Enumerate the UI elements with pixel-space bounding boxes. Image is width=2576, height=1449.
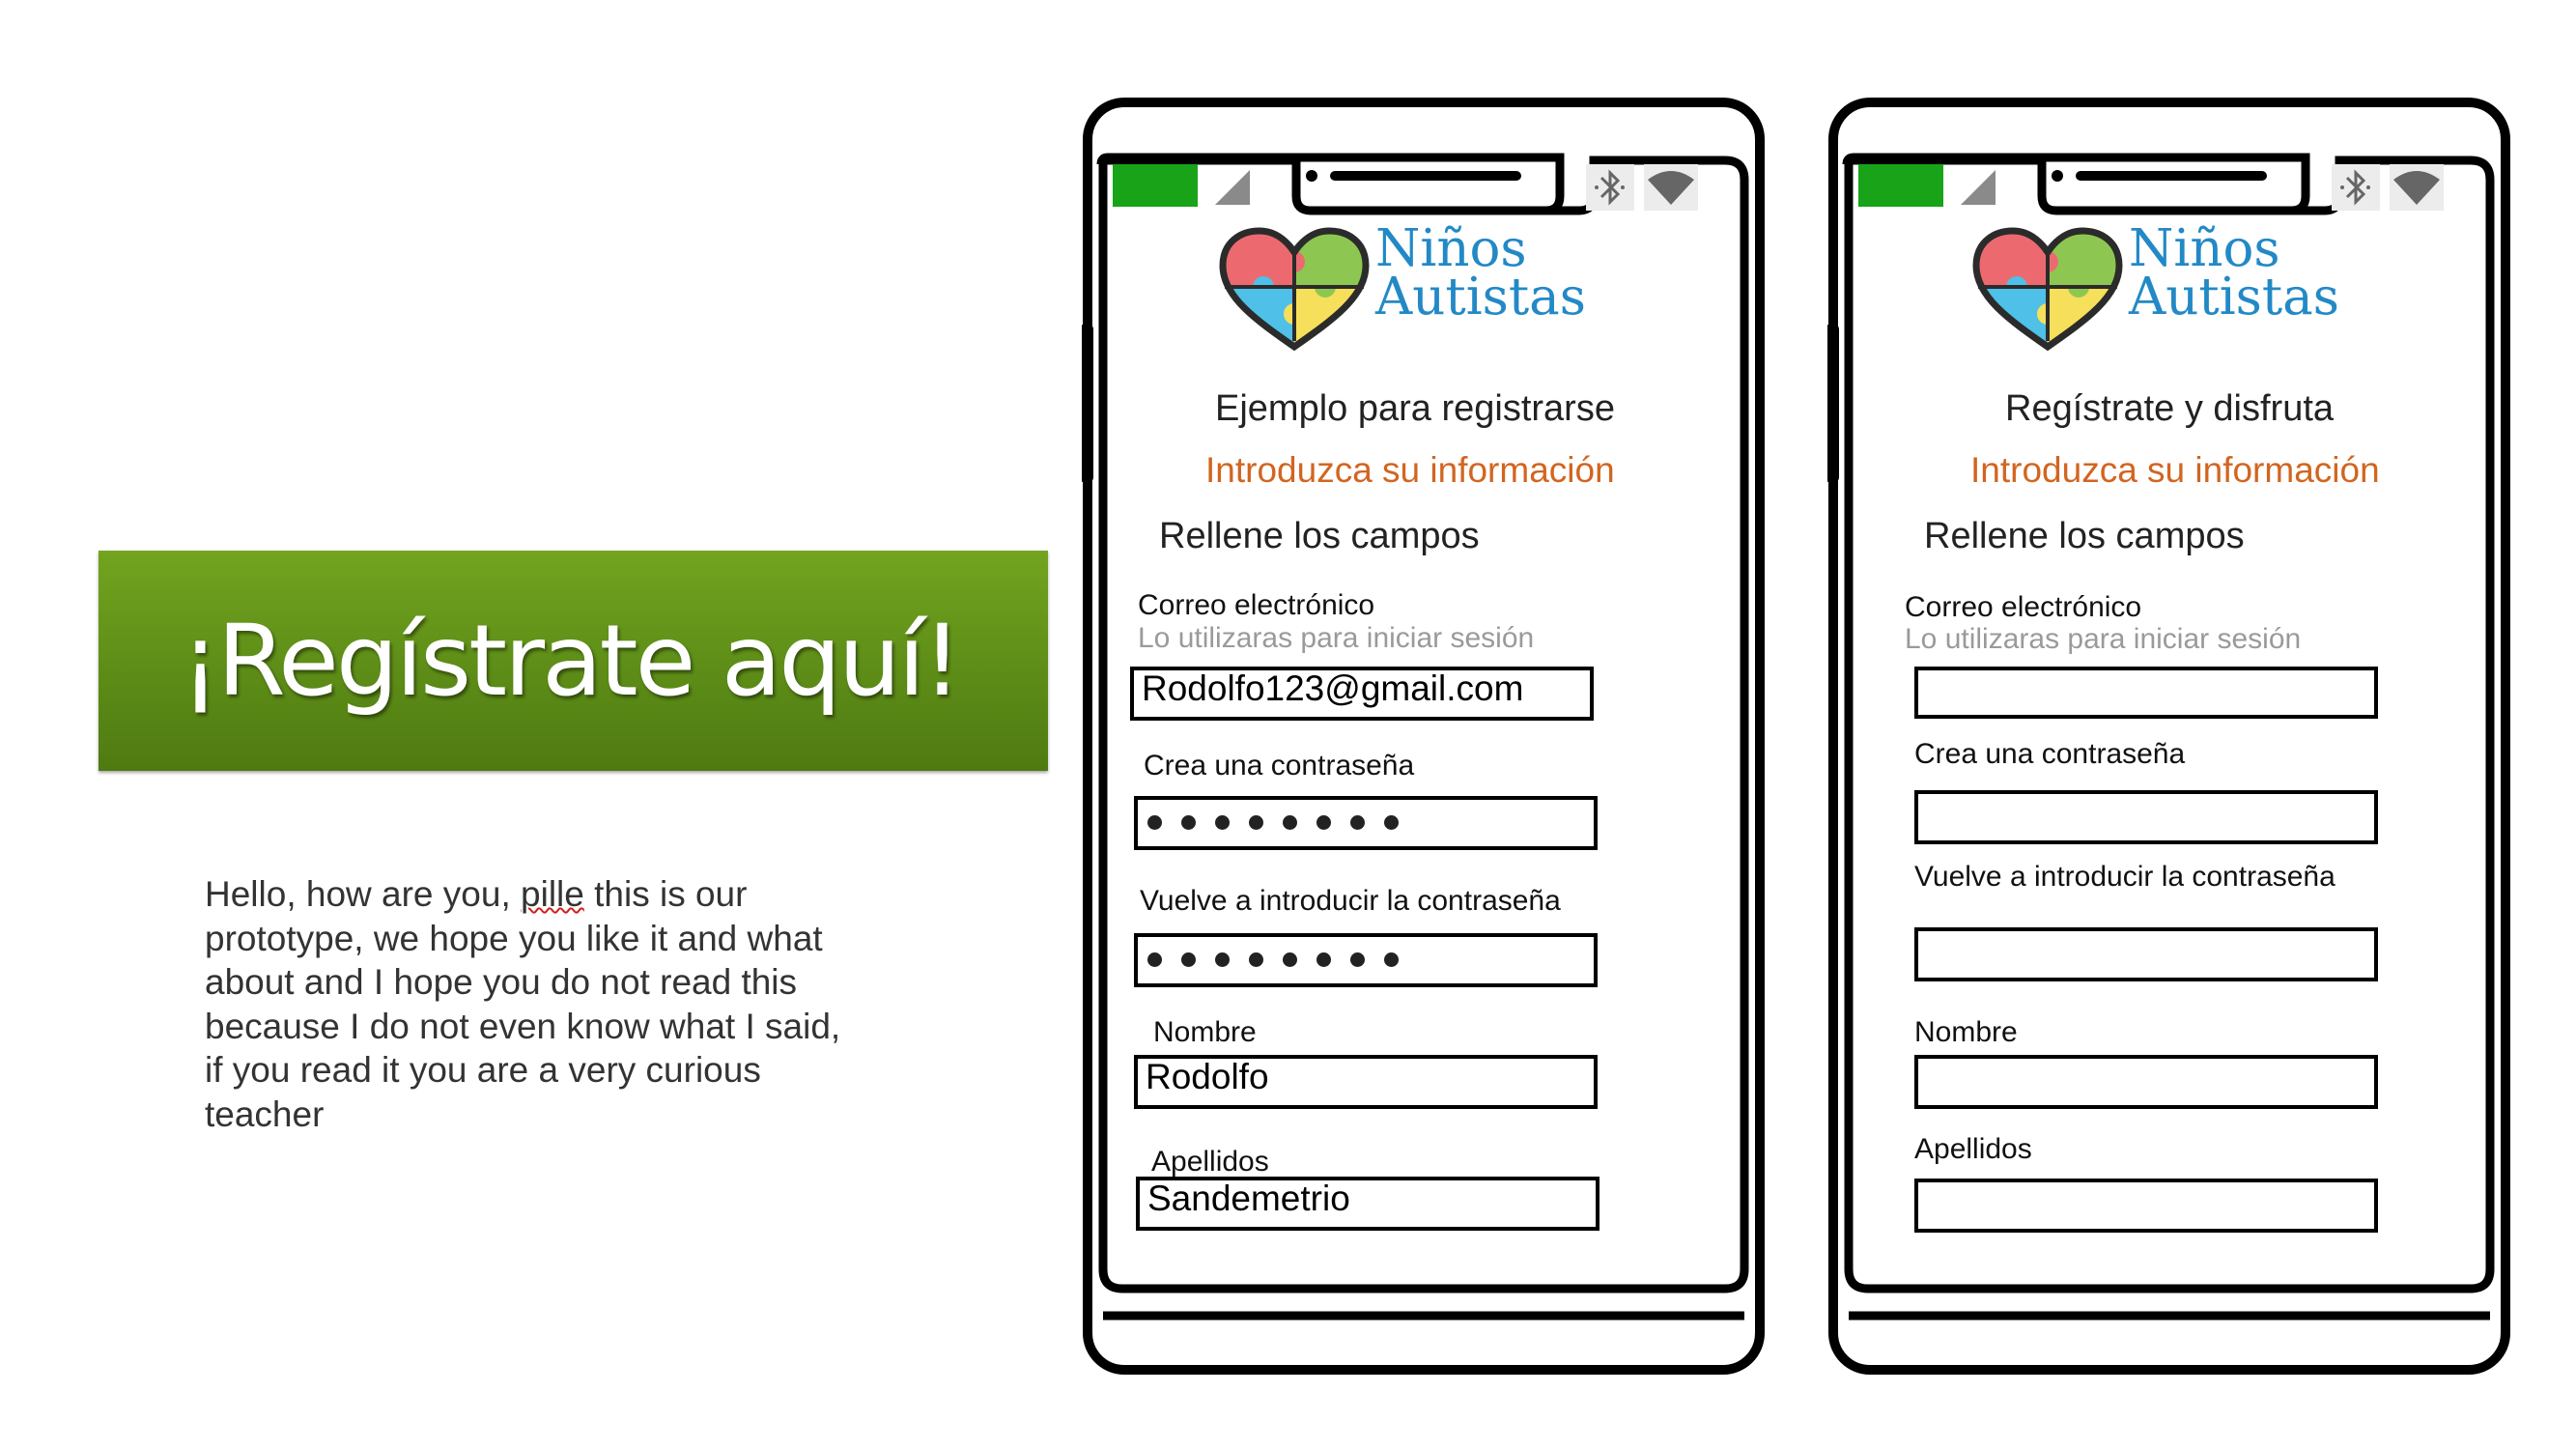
email-label: Correo electrónico (1905, 591, 2142, 623)
screen-title: Regístrate y disfruta (2005, 388, 2335, 429)
surname-field[interactable] (1914, 1179, 2378, 1233)
name-label: Nombre (1153, 1016, 1257, 1048)
logo-text: Niños Autistas (2129, 219, 2339, 327)
password-dot (1316, 815, 1331, 830)
signal-icon (1215, 170, 1250, 205)
password-dot (1283, 815, 1297, 830)
password-dot (1215, 952, 1230, 967)
battery-icon (1858, 164, 1943, 207)
fill-fields-instruction: Rellene los campos (1159, 516, 1480, 556)
screen-subtitle: Introduzca su información (1205, 450, 1615, 490)
confirm-password-label: Vuelve a introducir la contraseña (1914, 861, 2335, 893)
password-dot (1316, 952, 1331, 967)
wifi-icon (1644, 164, 1698, 211)
bluetooth-icon (2332, 164, 2380, 211)
logo-text: Niños Autistas (1375, 219, 1586, 327)
surname-field[interactable]: Sandemetrio (1136, 1177, 1599, 1231)
email-hint: Lo utilizaras para iniciar sesión (1905, 623, 2302, 655)
brand-logo: Niños Autistas (1217, 219, 1623, 362)
password-dot (1249, 815, 1263, 830)
password-field[interactable] (1134, 796, 1598, 850)
confirm-password-field[interactable] (1134, 933, 1598, 987)
password-dot (1350, 815, 1365, 830)
password-field[interactable] (1914, 790, 2378, 844)
name-label: Nombre (1914, 1016, 2018, 1048)
bluetooth-icon (1586, 164, 1634, 211)
fill-fields-instruction: Rellene los campos (1924, 516, 2245, 556)
password-dot (1350, 952, 1365, 967)
register-banner[interactable]: ¡Regístrate aquí! (99, 551, 1048, 771)
email-hint: Lo utilizaras para iniciar sesión (1138, 622, 1535, 654)
password-dot (1384, 952, 1399, 967)
prototype-note: Hello, how are you, pille this is our pr… (205, 874, 841, 1134)
puzzle-heart-logo-icon (1219, 227, 1370, 352)
password-dot (1147, 952, 1162, 967)
screen-title: Ejemplo para registrarse (1215, 388, 1615, 429)
email-field[interactable]: Rodolfo123@gmail.com (1130, 667, 1594, 721)
battery-icon (1113, 164, 1198, 207)
email-label: Correo electrónico (1138, 589, 1375, 621)
password-dot (1249, 952, 1263, 967)
password-dot (1181, 815, 1196, 830)
name-field[interactable] (1914, 1055, 2378, 1109)
password-dot (1283, 952, 1297, 967)
surname-label: Apellidos (1151, 1146, 1269, 1178)
signal-icon (1961, 170, 1996, 205)
confirm-password-field[interactable] (1914, 927, 2378, 981)
surname-label: Apellidos (1914, 1133, 2032, 1165)
brand-logo: Niños Autistas (1970, 219, 2376, 362)
banner-text: ¡Regístrate aquí! (181, 603, 962, 719)
wifi-icon (2390, 164, 2444, 211)
password-dot (1147, 815, 1162, 830)
password-label: Crea una contraseña (1914, 738, 2186, 770)
confirm-password-label: Vuelve a introducir la contraseña (1140, 885, 1561, 917)
misspelled-word: pille (521, 874, 584, 914)
puzzle-heart-logo-icon (1972, 227, 2123, 352)
screen-subtitle: Introduzca su información (1970, 450, 2380, 490)
name-field[interactable]: Rodolfo (1134, 1055, 1598, 1109)
phone-mockup-2: Niños Autistas Regístrate y disfruta Int… (1827, 97, 2511, 1377)
password-label: Crea una contraseña (1144, 750, 1415, 781)
password-dot (1181, 952, 1196, 967)
password-dot (1215, 815, 1230, 830)
email-field[interactable] (1914, 667, 2378, 719)
password-dot (1384, 815, 1399, 830)
phone-mockup-1: Niños Autistas Ejemplo para registrarse … (1082, 97, 1766, 1377)
